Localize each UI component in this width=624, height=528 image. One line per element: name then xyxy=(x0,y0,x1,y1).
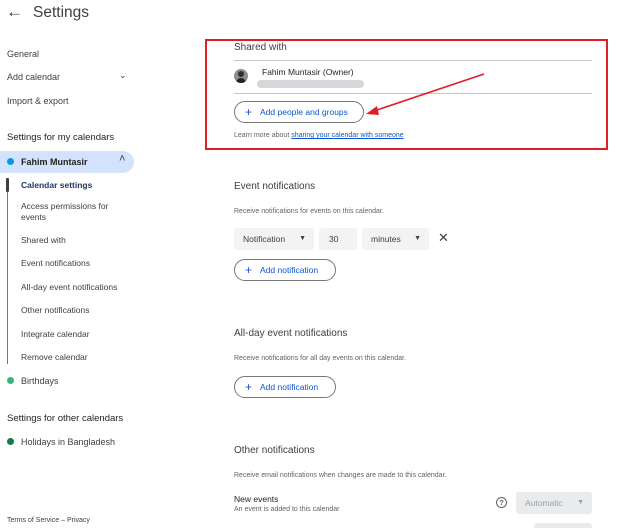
chevron-down-icon[interactable]: ⌄ xyxy=(119,70,127,81)
add-notification-label: Add notification xyxy=(260,382,319,392)
new-events-title: New events xyxy=(234,494,279,504)
annotation-arrow xyxy=(366,73,485,115)
notification-type-value: Notification xyxy=(243,234,286,244)
new-events-desc: An event is added to this calendar xyxy=(234,506,340,513)
page-title: Settings xyxy=(33,4,90,21)
dropdown-caret-icon: ▼ xyxy=(577,499,584,506)
next-select-partial[interactable] xyxy=(534,523,592,528)
sidebar-item-holidays[interactable]: Holidays in Bangladesh xyxy=(21,436,115,448)
sidebar-heading-my-calendars: Settings for my calendars xyxy=(7,132,115,143)
new-events-value: Automatic xyxy=(525,498,563,508)
sidebar-subitem-other-notifications[interactable]: Other notifications xyxy=(21,305,90,316)
section-desc-other-notifications: Receive email notifications when changes… xyxy=(234,472,447,479)
dropdown-caret-icon: ▼ xyxy=(414,235,421,242)
footer-separator: – xyxy=(61,517,65,524)
sidebar-subitem-access-permissions[interactable]: Access permissions for events xyxy=(21,201,121,223)
section-title-allday-notifications: All-day event notifications xyxy=(234,328,348,339)
sidebar-heading-other-calendars: Settings for other calendars xyxy=(7,413,124,424)
sidebar-my-calendar-name[interactable]: Fahim Muntasir xyxy=(21,156,88,168)
sidebar-item-general[interactable]: General xyxy=(7,48,39,60)
footer-links: Terms of Service – Privacy xyxy=(7,516,90,526)
calendar-color-dot xyxy=(7,158,14,165)
sidebar-subitem-integrate-calendar[interactable]: Integrate calendar xyxy=(21,329,90,340)
sidebar-subitem-event-notifications[interactable]: Event notifications xyxy=(21,258,90,269)
new-events-select[interactable]: Automatic ▼ xyxy=(516,492,592,514)
plus-icon: + xyxy=(245,263,253,277)
back-arrow-icon[interactable]: ← xyxy=(6,2,24,22)
notification-amount-value: 30 xyxy=(329,234,339,244)
plus-icon: + xyxy=(245,380,253,394)
help-icon[interactable]: ? xyxy=(496,497,507,508)
calendar-color-dot xyxy=(7,438,14,445)
subnav-active-indicator xyxy=(6,178,9,192)
sidebar-item-birthdays[interactable]: Birthdays xyxy=(21,375,59,387)
notification-type-select[interactable]: Notification ▼ xyxy=(234,228,314,250)
dropdown-caret-icon: ▼ xyxy=(299,235,306,242)
sidebar-subitem-remove-calendar[interactable]: Remove calendar xyxy=(21,352,88,363)
sidebar-item-import-export[interactable]: Import & export xyxy=(7,95,69,107)
notification-unit-select[interactable]: minutes ▼ xyxy=(362,228,429,250)
sidebar-item-add-calendar[interactable]: Add calendar xyxy=(7,71,60,83)
section-title-other-notifications: Other notifications xyxy=(234,445,315,456)
section-title-event-notifications: Event notifications xyxy=(234,181,316,192)
sidebar-subitem-shared-with[interactable]: Shared with xyxy=(21,235,66,246)
calendar-color-dot xyxy=(7,377,14,384)
notification-amount-input[interactable]: 30 xyxy=(319,228,357,250)
close-icon[interactable]: ✕ xyxy=(438,231,449,245)
section-desc-event-notifications: Receive notifications for events on this… xyxy=(234,208,384,215)
notification-unit-value: minutes xyxy=(371,234,401,244)
chevron-up-icon[interactable]: ˄ xyxy=(119,153,125,165)
terms-link[interactable]: Terms of Service xyxy=(7,517,59,524)
add-notification-label: Add notification xyxy=(260,265,319,275)
section-desc-allday-notifications: Receive notifications for all day events… xyxy=(234,355,406,362)
subnav-rail xyxy=(7,178,8,364)
privacy-link[interactable]: Privacy xyxy=(67,517,90,524)
add-allday-notification-button[interactable]: + Add notification xyxy=(234,376,336,398)
add-notification-button[interactable]: + Add notification xyxy=(234,259,336,281)
sidebar-subitem-calendar-settings[interactable]: Calendar settings xyxy=(21,180,92,191)
sidebar-subitem-allday-notifications[interactable]: All-day event notifications xyxy=(21,282,117,293)
